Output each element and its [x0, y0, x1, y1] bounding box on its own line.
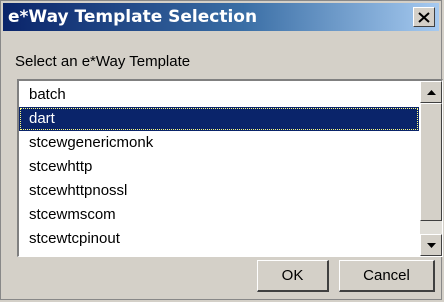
vertical-scrollbar[interactable] — [420, 81, 442, 256]
scroll-thumb[interactable] — [420, 103, 442, 221]
template-list-item[interactable]: dart — [19, 107, 419, 131]
template-list-item[interactable]: stcewhttpnossl — [19, 179, 419, 203]
select-prompt-label: Select an e*Way Template — [15, 53, 191, 70]
template-list-item[interactable]: stcewhttp — [19, 155, 419, 179]
scroll-up-arrow-icon — [426, 89, 436, 95]
cancel-button[interactable]: Cancel — [339, 260, 435, 292]
template-list-item[interactable]: stcewmscom — [19, 203, 419, 227]
template-list-item[interactable]: stcewtcpinout — [19, 227, 419, 251]
scroll-up-button[interactable] — [420, 81, 442, 103]
template-list: batch dart stcewgenericmonk stcewhttp stcewh… — [19, 83, 419, 251]
dialog-title: e*Way Template Selection — [8, 7, 258, 27]
title-bar[interactable]: e*Way Template Selection — [3, 3, 439, 31]
scroll-down-arrow-icon — [426, 242, 436, 248]
close-button[interactable] — [413, 7, 435, 27]
template-selection-dialog: e*Way Template Selection Select an e*Way… — [0, 0, 443, 300]
template-list-item[interactable]: stcewgenericmonk — [19, 131, 419, 155]
template-list-item[interactable]: batch — [19, 83, 419, 107]
template-listbox[interactable]: batch dart stcewgenericmonk stcewhttp stcewh… — [17, 79, 443, 257]
scroll-down-button[interactable] — [420, 234, 442, 256]
ok-button[interactable]: OK — [257, 260, 329, 292]
close-icon — [418, 11, 430, 23]
